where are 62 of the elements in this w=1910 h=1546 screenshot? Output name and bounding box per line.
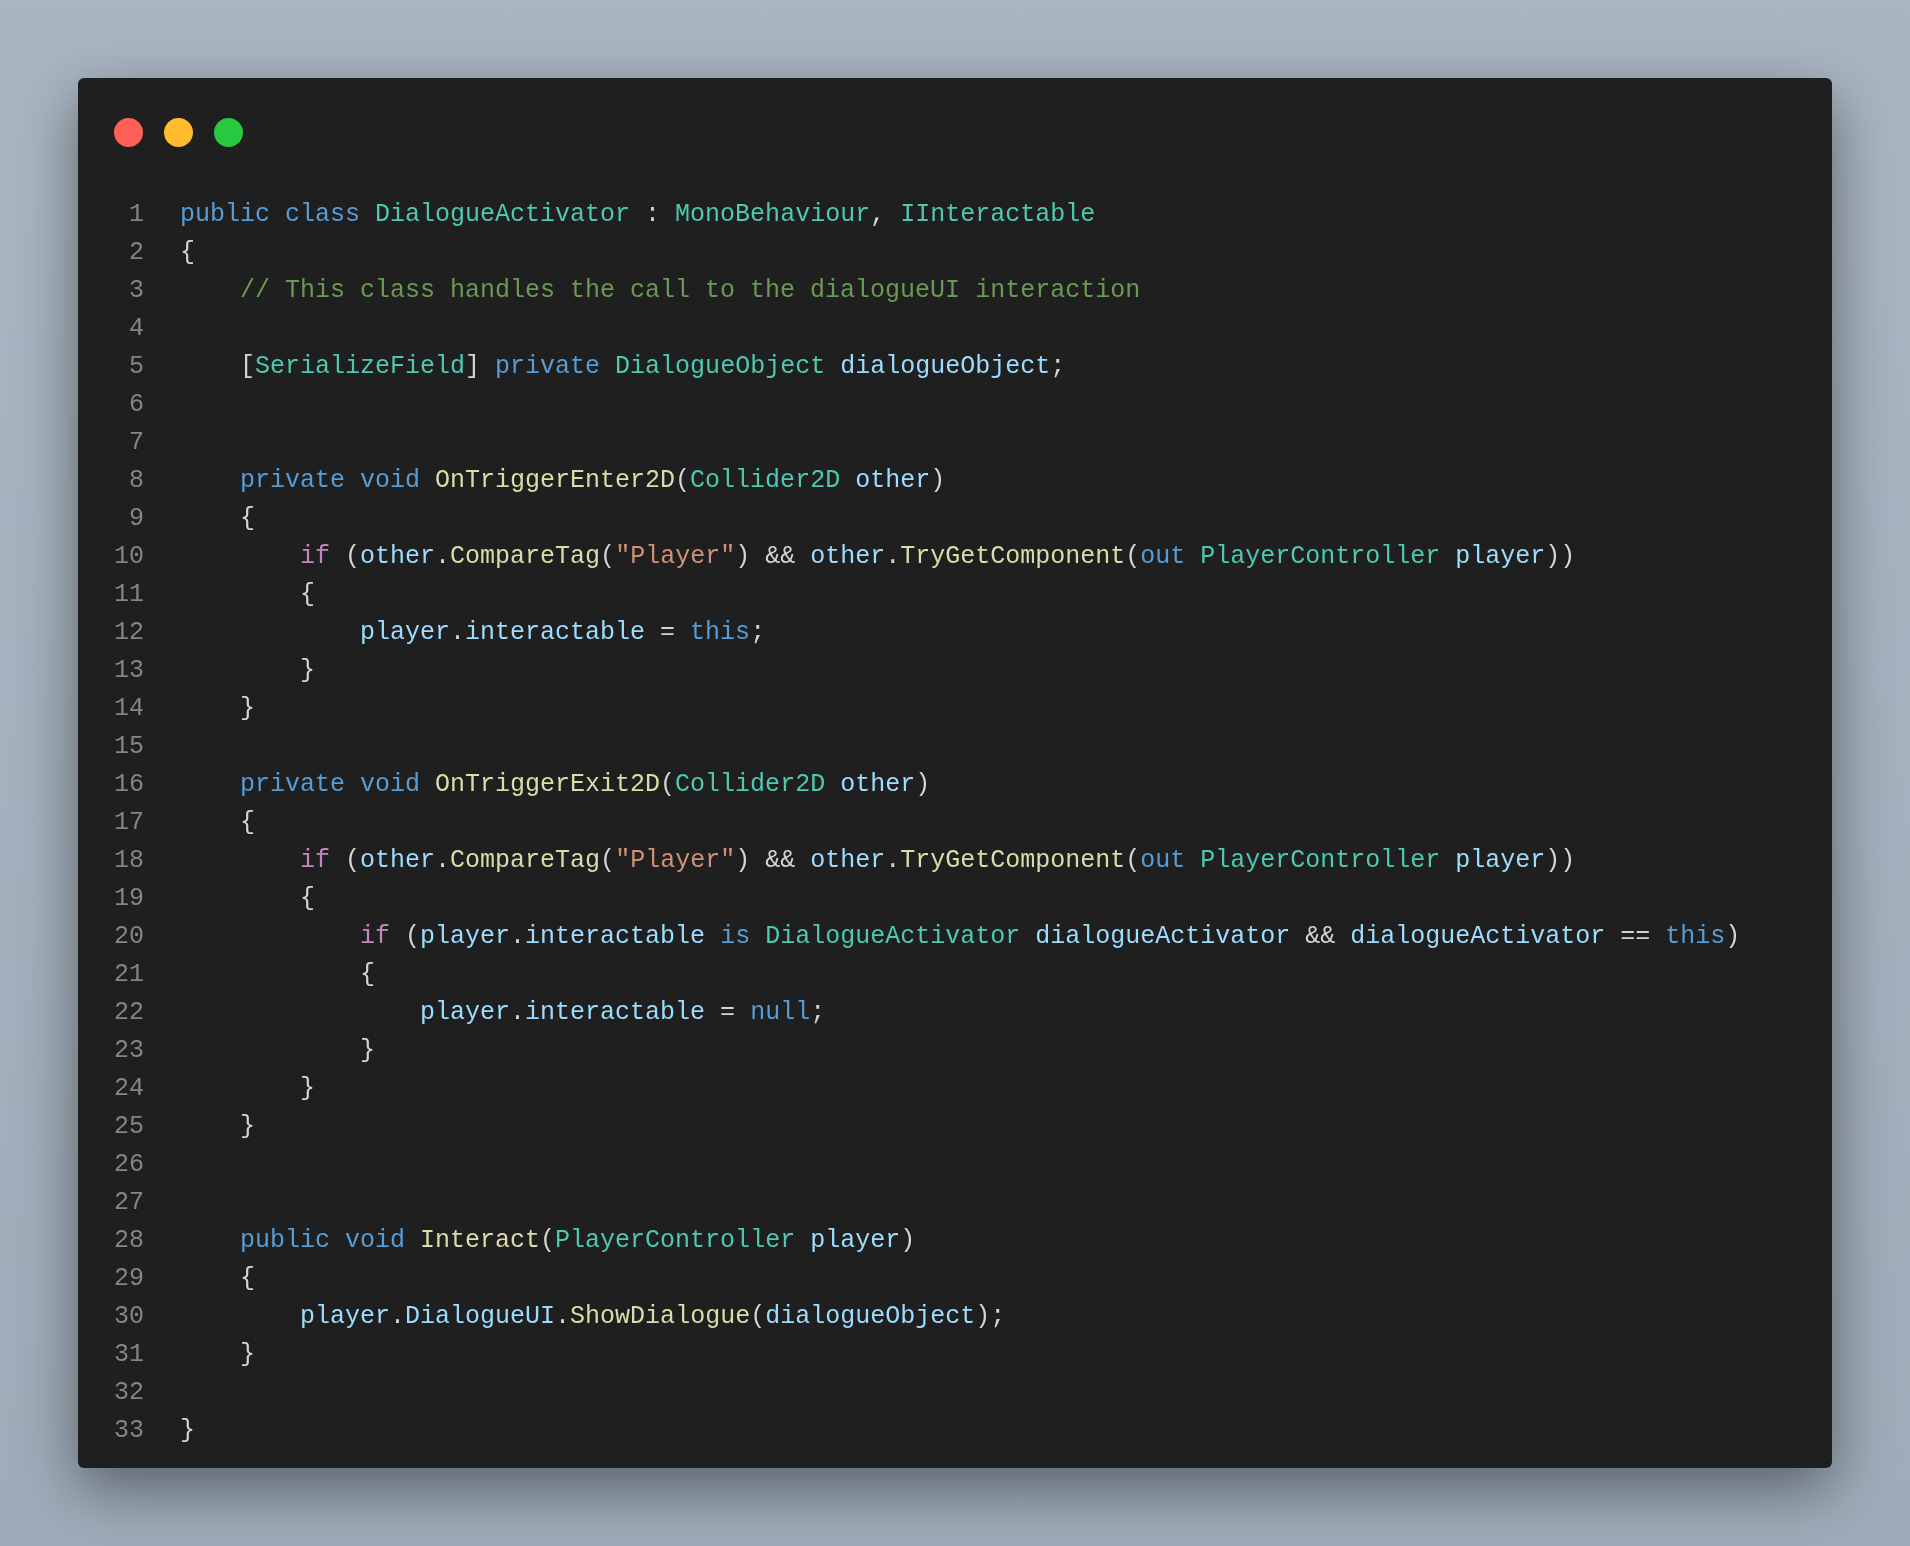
close-dot-icon[interactable] — [114, 118, 143, 147]
line-number: 30 — [113, 1301, 144, 1331]
line-number: 24 — [113, 1073, 144, 1103]
line-number: 31 — [113, 1339, 144, 1369]
line-number: 13 — [113, 655, 144, 685]
code-line: { — [239, 503, 255, 533]
line-number: 14 — [113, 693, 144, 723]
line-number: 20 — [113, 921, 144, 951]
code-line: // This class handles the call to the dialogueUI interaction — [239, 275, 1141, 305]
line-number: 25 — [113, 1111, 144, 1141]
line-number: 8 — [128, 465, 144, 495]
line-number: 22 — [113, 997, 144, 1027]
line-number: 5 — [128, 351, 144, 381]
code-line: if (player.interactable is DialogueActivator dialogueActivator && dialogueActivator == this) — [359, 921, 1741, 951]
line-number: 28 — [113, 1225, 144, 1255]
code-line: { — [299, 883, 316, 913]
line-number: 2 — [128, 237, 144, 267]
line-number: 19 — [113, 883, 144, 913]
code-line: player.DialogueUI.ShowDialogue(dialogueObject); — [299, 1301, 1006, 1331]
code-line: private void OnTriggerExit2D(Collider2D other) — [239, 769, 931, 799]
code-line: [SerializeField] private DialogueObject dialogueObject; — [239, 351, 1066, 381]
code-line: public class DialogueActivator : MonoBehaviour, IInteractable — [180, 199, 1096, 229]
line-number: 10 — [113, 541, 144, 571]
line-number: 9 — [128, 503, 144, 533]
line-number: 15 — [113, 731, 144, 761]
line-number: 1 — [128, 199, 144, 229]
code-line: } — [359, 1035, 376, 1065]
line-number: 12 — [113, 617, 144, 647]
line-number: 17 — [113, 807, 144, 837]
code-line: } — [239, 1339, 255, 1369]
line-number: 29 — [113, 1263, 144, 1293]
code-line: } — [239, 693, 255, 723]
code-line: private void OnTriggerEnter2D(Collider2D other) — [239, 465, 946, 495]
line-number: 21 — [113, 959, 144, 989]
code-line: { — [359, 959, 376, 989]
code-line: { — [239, 807, 255, 837]
code-line: { — [299, 579, 316, 609]
code-line: { — [239, 1263, 255, 1293]
code-line: if (other.CompareTag("Player") && other.TryGetComponent(out PlayerController player)) — [299, 541, 1576, 571]
line-number: 33 — [113, 1415, 144, 1445]
code-line: } — [180, 1415, 195, 1445]
line-number: 6 — [128, 389, 144, 419]
maximize-dot-icon[interactable] — [214, 118, 243, 147]
line-number: 27 — [113, 1187, 144, 1217]
line-number: 18 — [113, 845, 144, 875]
code-line: if (other.CompareTag("Player") && other.TryGetComponent(out PlayerController player)) — [299, 845, 1576, 875]
line-number: 23 — [113, 1035, 144, 1065]
code-line: } — [299, 655, 316, 685]
code-line: } — [299, 1073, 316, 1103]
code-line: player.interactable = this; — [359, 617, 766, 647]
line-number: 16 — [113, 769, 144, 799]
code-line: player.interactable = null; — [419, 997, 826, 1027]
line-number: 32 — [113, 1377, 144, 1407]
line-number: 11 — [113, 579, 144, 609]
code-line: } — [239, 1111, 255, 1141]
line-number: 26 — [113, 1149, 144, 1179]
line-number: 3 — [128, 275, 144, 305]
code-line: { — [180, 237, 195, 267]
line-number: 4 — [128, 313, 144, 343]
code-line: public void Interact(PlayerController player) — [239, 1225, 916, 1255]
line-number: 7 — [128, 427, 144, 457]
minimize-dot-icon[interactable] — [164, 118, 193, 147]
